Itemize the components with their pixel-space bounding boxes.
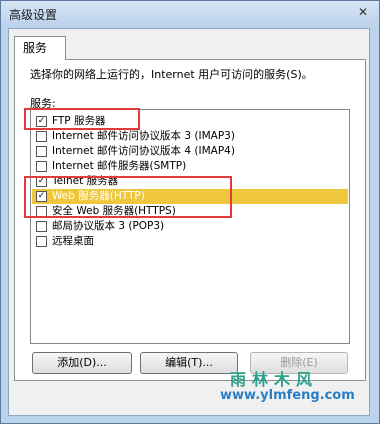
- service-row[interactable]: Internet 邮件访问协议版本 4 (IMAP4): [32, 144, 348, 159]
- service-label: Internet 邮件访问协议版本 4 (IMAP4): [52, 145, 235, 157]
- service-label: 安全 Web 服务器(HTTPS): [52, 205, 176, 217]
- service-checkbox[interactable]: [36, 236, 47, 247]
- watermark-title: 雨林木风: [230, 370, 319, 389]
- service-row[interactable]: ✓ FTP 服务器: [32, 114, 348, 129]
- service-checkbox[interactable]: [36, 206, 47, 217]
- service-label: FTP 服务器: [52, 115, 106, 127]
- watermark-logo: 雨林木风 www.ylmfeng.com: [220, 366, 370, 412]
- service-row[interactable]: 远程桌面: [32, 234, 348, 249]
- window-title: 高级设置: [9, 8, 58, 22]
- intro-text: 选择你的网络上运行的，Internet 用户可访问的服务(S)。: [30, 68, 313, 81]
- service-row[interactable]: 邮局协议版本 3 (POP3): [32, 219, 348, 234]
- service-checkbox[interactable]: ✓: [36, 191, 47, 202]
- service-label: 邮局协议版本 3 (POP3): [52, 220, 165, 232]
- service-label: Telnet 服务器: [52, 175, 119, 187]
- service-row[interactable]: 安全 Web 服务器(HTTPS): [32, 204, 348, 219]
- close-button[interactable]: ✕: [353, 3, 373, 21]
- service-row[interactable]: ✓ Telnet 服务器: [32, 174, 348, 189]
- service-row[interactable]: ✓ Web 服务器(HTTP): [32, 189, 348, 204]
- service-row[interactable]: Internet 邮件服务器(SMTP): [32, 159, 348, 174]
- service-checkbox[interactable]: [36, 161, 47, 172]
- service-label: Internet 邮件服务器(SMTP): [52, 160, 187, 172]
- service-label: Internet 邮件访问协议版本 3 (IMAP3): [52, 130, 235, 142]
- service-checkbox[interactable]: ✓: [36, 176, 47, 187]
- watermark-url: www.ylmfeng.com: [220, 388, 355, 403]
- service-checkbox[interactable]: ✓: [36, 116, 47, 127]
- service-checkbox[interactable]: [36, 146, 47, 157]
- service-label: Web 服务器(HTTP): [52, 190, 145, 202]
- tab-services[interactable]: 服务: [14, 36, 66, 60]
- add-button[interactable]: 添加(D)...: [32, 352, 132, 374]
- title-bar[interactable]: 高级设置 ✕: [1, 1, 379, 25]
- service-row[interactable]: Internet 邮件访问协议版本 3 (IMAP3): [32, 129, 348, 144]
- service-checkbox[interactable]: [36, 131, 47, 142]
- service-label: 远程桌面: [52, 235, 94, 247]
- service-checkbox[interactable]: [36, 221, 47, 232]
